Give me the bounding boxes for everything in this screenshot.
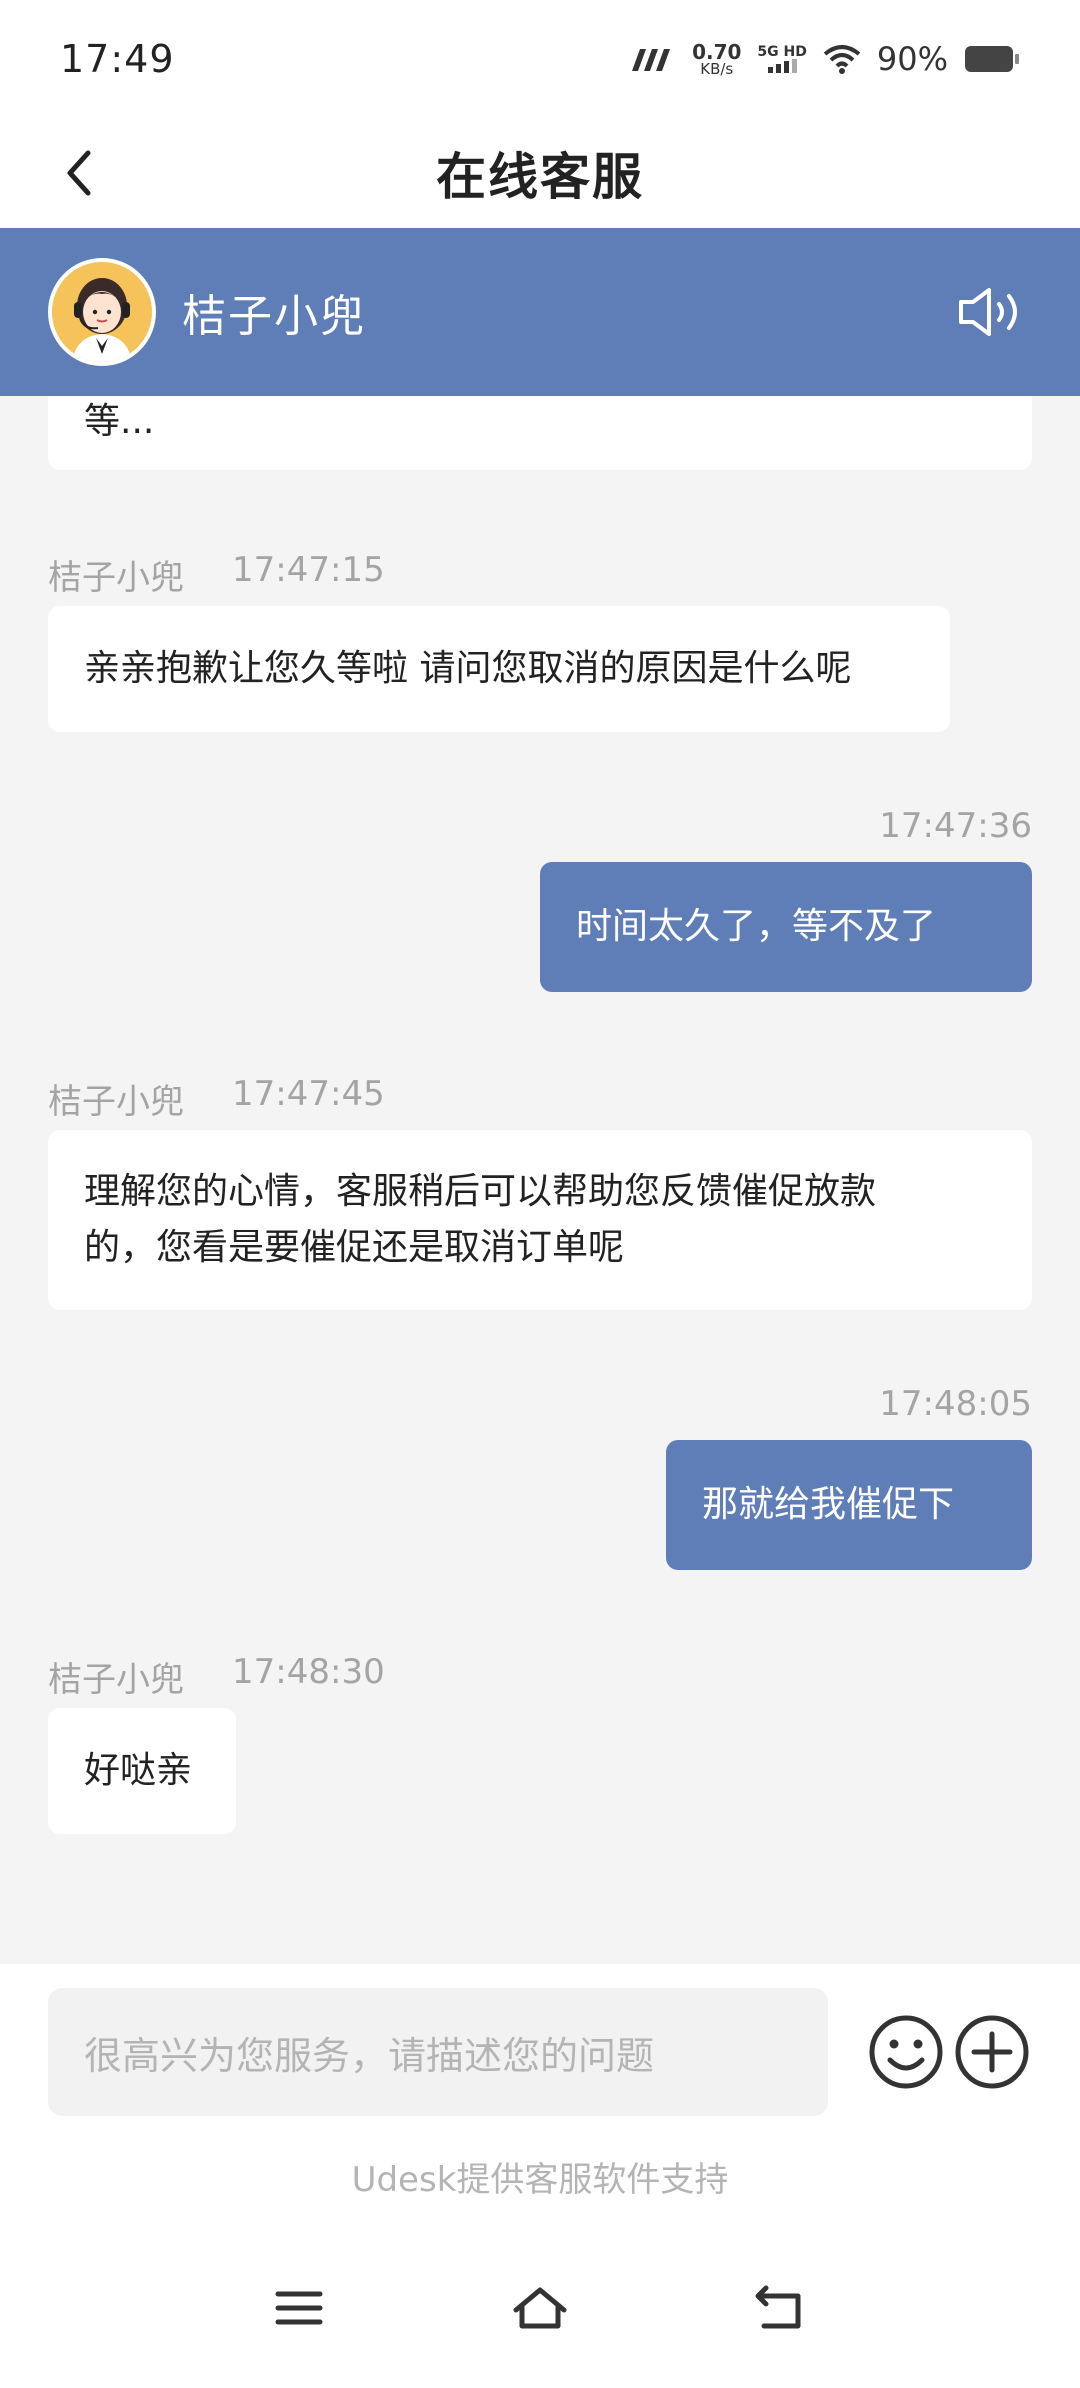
agent-message-bubble: 好哒亲 (48, 1708, 236, 1834)
agent-message-bubble: 等... (48, 396, 1032, 470)
chevron-left-icon (67, 150, 91, 196)
sender-name: 桔子小兜 (48, 1082, 184, 1122)
message-input[interactable]: 很高兴为您服务，请描述您的问题 (48, 1988, 828, 2116)
net-speed-unit: KB/s (700, 59, 734, 78)
agent-avatar[interactable] (48, 258, 156, 366)
emoji-icon (869, 2015, 943, 2089)
message-text: 好哒亲 (84, 1750, 193, 1791)
plus-icon (955, 2015, 1029, 2089)
add-attachment-button[interactable] (952, 2012, 1032, 2092)
input-area: 很高兴为您服务，请描述您的问题 Udesk提供客服软件支持 (0, 1964, 1080, 2218)
menu-nav-button[interactable] (264, 2278, 334, 2338)
signal-icon (768, 59, 798, 73)
user-message-bubble: 那就给我催促下 (666, 1440, 1032, 1570)
home-icon (513, 2287, 567, 2329)
chat-message-list[interactable]: 等... 桔子小兜 17:47:15 亲亲抱歉让您久等啦 请问您取消的原因是什么… (0, 396, 1080, 1964)
sender-name: 桔子小兜 (48, 1660, 184, 1700)
message-text: 时间太久了，等不及了 (576, 906, 937, 947)
agent-name: 桔子小兜 (182, 291, 366, 342)
wifi-icon (823, 45, 861, 74)
menu-icon (275, 2291, 323, 2325)
emoji-button[interactable] (866, 2012, 946, 2092)
system-nav-bar (0, 2218, 1080, 2388)
title-bar: 在线客服 (0, 118, 1080, 228)
page-title: 在线客服 (436, 148, 644, 206)
agent-message-bubble: 亲亲抱歉让您久等啦 请问您取消的原因是什么呢 (48, 606, 950, 732)
agent-header: 桔子小兜 (0, 228, 1080, 396)
status-bar: 17:49 0.70 KB/s 5G HD 90% (0, 0, 1080, 118)
status-indicators: 0.70 KB/s 5G HD 90% (628, 40, 1020, 78)
speaker-button[interactable] (952, 272, 1032, 352)
net-speed: 0.70 KB/s (692, 42, 741, 77)
back-icon (755, 2285, 801, 2329)
message-time: 17:48:05 (879, 1384, 1032, 1424)
home-nav-button[interactable] (505, 2278, 575, 2338)
message-text: 亲亲抱歉让您久等啦 请问您取消的原因是什么呢 (84, 648, 852, 689)
message-time: 17:47:15 (232, 550, 385, 590)
back-button[interactable] (52, 146, 106, 200)
status-time: 17:49 (60, 37, 175, 81)
signal-strength-icon (632, 49, 671, 71)
network-type-label: 5G HD (757, 44, 807, 60)
message-text: 那就给我催促下 (702, 1484, 955, 1525)
agent-avatar-illustration (52, 262, 152, 362)
battery-icon (965, 46, 1019, 72)
chat-page: 17:49 0.70 KB/s 5G HD 90% 在线客服 桔子小兜 等...… (0, 0, 1080, 2388)
agent-message-bubble: 理解您的心情，客服稍后可以帮助您反馈催促放款 的，您看是要催促还是取消订单呢 (48, 1130, 1032, 1310)
network-type: 5G HD (757, 44, 807, 73)
message-time: 17:48:30 (232, 1652, 385, 1692)
message-time: 17:47:36 (879, 806, 1032, 846)
user-message-bubble: 时间太久了，等不及了 (540, 862, 1032, 992)
input-placeholder: 很高兴为您服务，请描述您的问题 (84, 2033, 655, 2078)
speaker-icon (959, 288, 1017, 336)
message-text-line: 理解您的心情，客服稍后可以帮助您反馈催促放款 (84, 1171, 877, 1212)
powered-by-label: Udesk提供客服软件支持 (351, 2160, 729, 2200)
message-text: 等... (84, 401, 155, 442)
message-time: 17:47:45 (232, 1074, 385, 1114)
sender-name: 桔子小兜 (48, 558, 184, 598)
back-nav-button[interactable] (745, 2278, 815, 2338)
battery-percent: 90% (876, 40, 948, 78)
message-text-line: 的，您看是要催促还是取消订单呢 (84, 1227, 625, 1268)
net-speed-value: 0.70 (692, 39, 742, 64)
